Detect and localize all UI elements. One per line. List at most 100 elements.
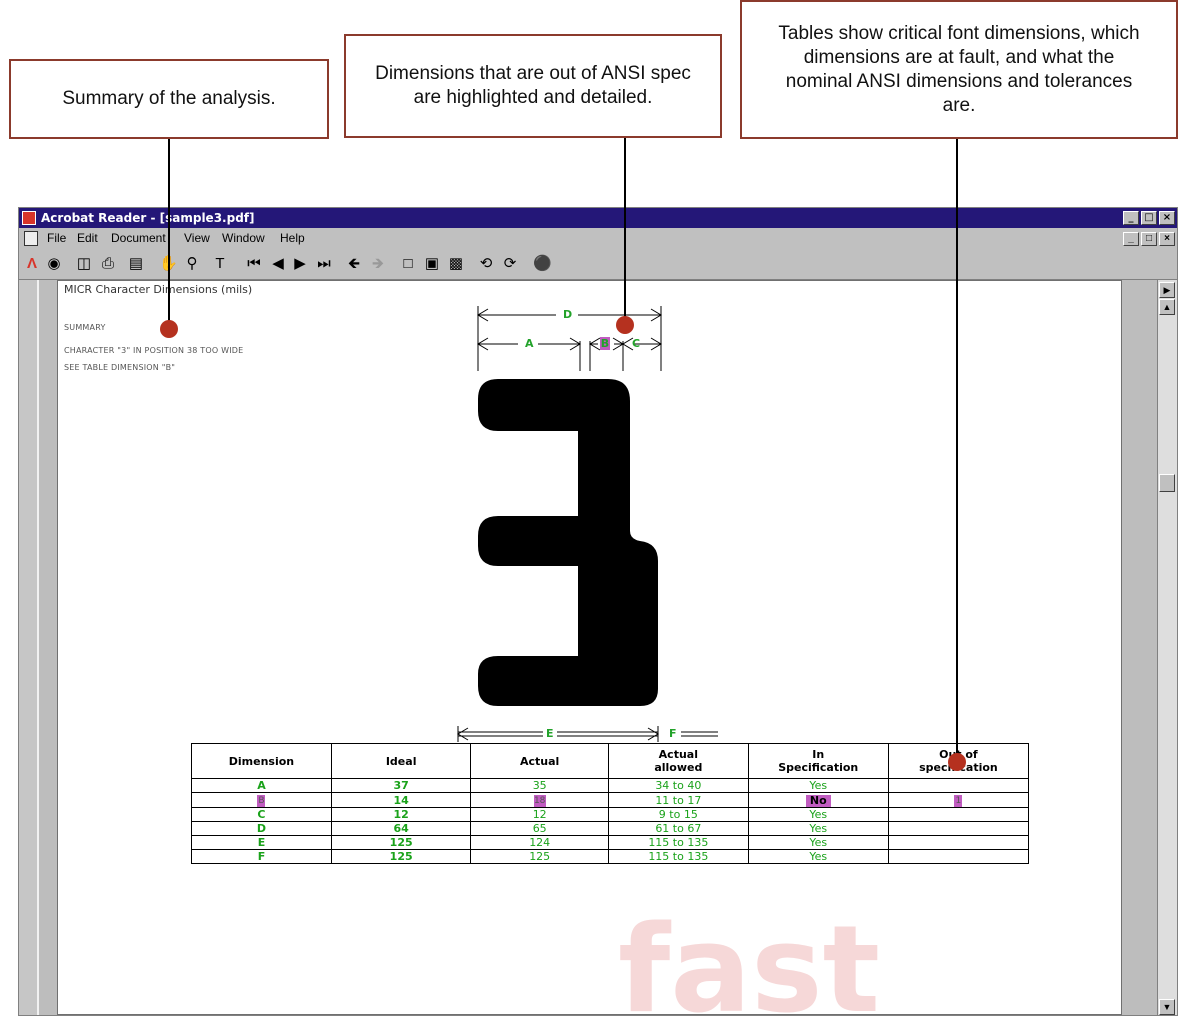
doc-close-button[interactable]: ×	[1159, 232, 1175, 246]
scroll-up-arrow-icon[interactable]: ▲	[1159, 299, 1175, 315]
page-next-arrow-icon[interactable]: ▶	[1159, 282, 1175, 298]
menu-document[interactable]: Document	[111, 228, 166, 249]
page-heading: MICR Character Dimensions (mils)	[64, 283, 253, 296]
print-icon[interactable]: ⎙	[99, 254, 117, 274]
app-icon	[22, 211, 36, 225]
go-back-icon[interactable]: 🡸	[345, 254, 363, 274]
watermark-text: fast	[618, 901, 880, 1015]
close-button[interactable]: ×	[1159, 211, 1175, 225]
header-in-spec-line2: Specification	[778, 761, 859, 774]
highlighted-actual: 18	[533, 795, 546, 807]
acrobat-logo-icon[interactable]: Λ	[23, 254, 41, 274]
highlighted-dimension: B	[257, 795, 266, 807]
menu-file[interactable]: File	[47, 228, 66, 249]
next-page-icon[interactable]: ▶	[291, 254, 309, 274]
rotate-right-icon[interactable]: ⟳	[501, 254, 519, 274]
actual-size-icon[interactable]: □	[399, 254, 417, 274]
table-row: F 125 125 115 to 135 Yes	[191, 849, 1030, 864]
cell-in-spec: Yes	[747, 807, 889, 822]
scroll-thumb[interactable]	[1159, 474, 1175, 492]
cell-ideal: 14	[330, 792, 472, 808]
cell-allowed: 9 to 15	[607, 807, 749, 822]
first-page-icon[interactable]: ⏮	[245, 254, 263, 274]
pointer-dot-dimensions	[616, 316, 634, 334]
cell-dimension: E	[191, 835, 332, 850]
header-in-spec: In Specification	[747, 743, 889, 779]
dim-label-e: E	[546, 727, 554, 740]
cell-in-spec: Yes	[747, 778, 889, 793]
text-select-icon[interactable]: T	[211, 254, 229, 274]
find-icon[interactable]: ⚫	[533, 254, 552, 274]
highlighted-out-spec: 1	[954, 795, 963, 807]
cell-out-spec	[887, 835, 1030, 850]
header-dimension: Dimension	[191, 743, 332, 779]
cell-actual: 125	[470, 849, 609, 864]
header-dimension-label: Dimension	[228, 754, 295, 768]
doc-minimize-button[interactable]: _	[1123, 232, 1139, 246]
pointer-dot-summary	[160, 320, 178, 338]
cell-in-spec: Yes	[747, 849, 889, 864]
header-actual-allowed: Actual allowed	[607, 743, 749, 779]
cell-dimension: C	[191, 807, 332, 822]
cell-allowed: 34 to 40	[607, 778, 749, 793]
summary-line-2: SEE TABLE DIMENSION "B"	[64, 363, 176, 372]
cell-actual: 65	[470, 821, 609, 836]
cell-ideal: 37	[330, 778, 472, 793]
summary-label: SUMMARY	[64, 323, 106, 332]
menu-edit[interactable]: Edit	[77, 228, 98, 249]
web-icon[interactable]: ◉	[45, 254, 63, 274]
highlighted-in-spec: No	[805, 794, 831, 807]
bottom-dimension-diagram	[457, 726, 718, 742]
previous-page-icon[interactable]: ◀	[269, 254, 287, 274]
open-icon[interactable]: ◫	[75, 254, 93, 274]
cell-out-spec	[887, 821, 1030, 836]
menu-view[interactable]: View	[184, 228, 210, 249]
toolbar: Λ ◉ ◫ ⎙ ▤ ✋ ⚲ T ⏮ ◀ ▶ ⏭ 🡸 🡺 □ ▣ ▩ ⟲ ⟳ ⚫	[19, 249, 1177, 280]
pane-splitter[interactable]	[37, 280, 39, 1015]
rotate-left-icon[interactable]: ⟲	[477, 254, 495, 274]
cell-actual: 35	[470, 778, 609, 793]
cell-actual: 18	[470, 792, 609, 808]
pointer-dot-tables	[948, 753, 966, 771]
cell-dimension: F	[191, 849, 332, 864]
menu-window[interactable]: Window	[222, 228, 265, 249]
callout-summary-text: Summary of the analysis.	[62, 88, 276, 109]
summary-line-1: CHARACTER "3" IN POSITION 38 TOO WIDE	[64, 346, 244, 355]
cell-out-spec	[887, 807, 1030, 822]
doc-restore-button[interactable]: □	[1141, 232, 1157, 246]
menu-help[interactable]: Help	[280, 228, 305, 249]
header-actual-allowed-line1: Actual	[658, 748, 698, 761]
callout-tables: Tables show critical font dimensions, wh…	[740, 0, 1178, 139]
connector-dimensions	[624, 138, 626, 325]
table-row-highlighted: B 14 18 11 to 17 No 1	[191, 792, 1030, 808]
cell-out-spec	[887, 849, 1030, 864]
vertical-scrollbar[interactable]: ▶ ▲ ▼	[1157, 280, 1177, 1015]
last-page-icon[interactable]: ⏭	[315, 254, 333, 274]
cell-ideal: 64	[330, 821, 472, 836]
table-header-row: Dimension Ideal Actual Actual allowed In S…	[191, 743, 1030, 779]
connector-tables	[956, 139, 958, 766]
fit-width-icon[interactable]: ▩	[447, 254, 465, 274]
document-window-controls: _ □ ×	[1123, 232, 1175, 246]
maximize-button[interactable]: □	[1141, 211, 1157, 225]
minimize-button[interactable]: _	[1123, 211, 1139, 225]
document-icon[interactable]	[24, 231, 38, 246]
title-bar[interactable]: Acrobat Reader - [sample3.pdf] _ □ ×	[19, 208, 1177, 228]
cell-ideal: 125	[330, 835, 472, 850]
cell-actual: 124	[470, 835, 609, 850]
zoom-tool-icon[interactable]: ⚲	[183, 254, 201, 274]
callout-tables-text: Tables show critical font dimensions, wh…	[778, 22, 1140, 116]
pdf-page: MICR Character Dimensions (mils) SUMMARY…	[57, 280, 1122, 1015]
header-ideal-label: Ideal	[385, 754, 417, 768]
go-forward-icon[interactable]: 🡺	[369, 254, 387, 274]
navigation-pane[interactable]	[19, 280, 38, 1015]
header-ideal: Ideal	[330, 743, 472, 779]
dim-label-a: A	[525, 337, 534, 350]
fit-page-icon[interactable]: ▣	[423, 254, 441, 274]
cell-out-spec	[887, 778, 1030, 793]
cell-in-spec: Yes	[747, 821, 889, 836]
acrobat-window: Acrobat Reader - [sample3.pdf] _ □ × Fil…	[18, 207, 1178, 1016]
scroll-down-arrow-icon[interactable]: ▼	[1159, 999, 1175, 1015]
header-actual: Actual	[470, 743, 609, 779]
thumbnails-icon[interactable]: ▤	[127, 254, 145, 274]
